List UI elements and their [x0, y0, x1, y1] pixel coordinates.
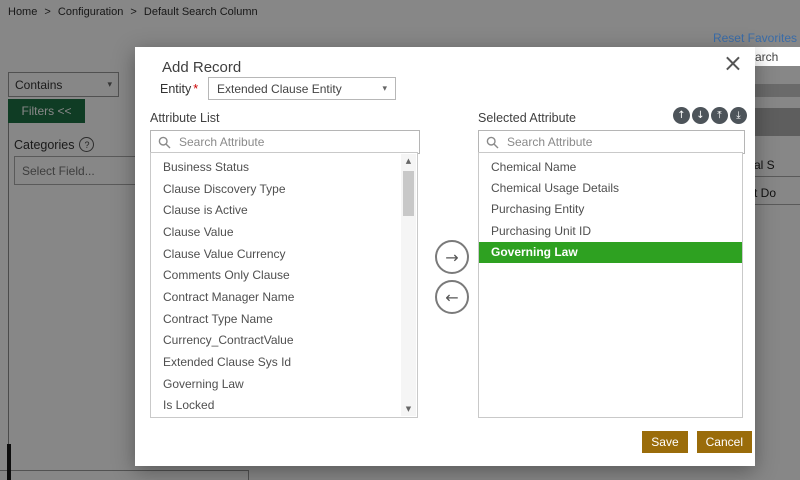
close-icon[interactable]: ×: [723, 51, 743, 75]
entity-label-text: Entity: [160, 82, 191, 96]
cancel-button[interactable]: Cancel: [697, 431, 752, 453]
attribute-list-item[interactable]: Is Locked: [151, 395, 417, 417]
attribute-list-item[interactable]: Clause Value: [151, 221, 417, 243]
save-button[interactable]: Save: [642, 431, 687, 453]
search-icon: [486, 136, 499, 149]
dialog-title: Add Record: [162, 59, 241, 76]
add-attribute-button[interactable]: →: [435, 240, 469, 274]
scroll-down-icon[interactable]: ▼: [401, 402, 416, 416]
move-to-top-icon[interactable]: ⤒: [711, 107, 728, 124]
selected-attribute-item[interactable]: Chemical Name: [479, 156, 742, 177]
attribute-search-box: [150, 130, 420, 154]
move-to-bottom-icon[interactable]: ⤓: [730, 107, 747, 124]
selected-attribute-label: Selected Attribute: [478, 111, 576, 125]
screen: Home > Configuration > Default Search Co…: [0, 0, 800, 480]
required-mark: *: [193, 82, 198, 96]
move-down-icon[interactable]: ↓: [692, 107, 709, 124]
attribute-search-input[interactable]: [177, 134, 419, 150]
scroll-up-icon[interactable]: ▲: [401, 154, 416, 168]
move-up-icon[interactable]: ↑: [673, 107, 690, 124]
attribute-list-item[interactable]: Governing Law: [151, 373, 417, 395]
entity-dropdown-value: Extended Clause Entity: [217, 82, 342, 96]
attribute-list-item[interactable]: Currency_ContractValue: [151, 330, 417, 352]
attribute-list-item[interactable]: Contract Manager Name: [151, 286, 417, 308]
attribute-list-label: Attribute List: [150, 111, 219, 125]
attribute-list-item[interactable]: Extended Clause Sys Id: [151, 351, 417, 373]
selected-attribute-list: Chemical Name Chemical Usage Details Pur…: [478, 152, 743, 418]
selected-attribute-item[interactable]: Purchasing Unit ID: [479, 220, 742, 241]
selected-attribute-item[interactable]: Governing Law: [479, 242, 742, 263]
search-icon: [158, 136, 171, 149]
attribute-list: Business Status Clause Discovery Type Cl…: [150, 152, 418, 418]
attribute-list-item[interactable]: Comments Only Clause: [151, 264, 417, 286]
selected-search-box: [478, 130, 745, 154]
background-search-box: arch: [755, 47, 800, 66]
entity-label: Entity*: [160, 82, 198, 96]
attribute-list-item[interactable]: Business Status: [151, 156, 417, 178]
selected-search-input[interactable]: [505, 134, 744, 150]
selected-attribute-item[interactable]: Chemical Usage Details: [479, 177, 742, 198]
scrollbar-thumb[interactable]: [403, 171, 414, 216]
reset-favorites-link[interactable]: Reset Favorites: [713, 31, 797, 45]
attribute-list-item[interactable]: Contract Type Name: [151, 308, 417, 330]
add-record-dialog: Add Record × Entity* Extended Clause Ent…: [135, 47, 755, 466]
entity-dropdown[interactable]: Extended Clause Entity ▾: [208, 77, 396, 100]
attribute-list-item[interactable]: Clause Discovery Type: [151, 178, 417, 200]
attribute-list-scrollbar[interactable]: ▲ ▼: [401, 154, 416, 416]
attribute-list-item[interactable]: Clause Value Currency: [151, 243, 417, 265]
selected-attribute-item[interactable]: Purchasing Entity: [479, 199, 742, 220]
reorder-buttons: ↑ ↓ ⤒ ⤓: [673, 107, 747, 124]
chevron-down-icon: ▾: [382, 84, 387, 94]
remove-attribute-button[interactable]: ←: [435, 280, 469, 314]
attribute-list-item[interactable]: Clause is Active: [151, 199, 417, 221]
background-search-partial-text: arch: [755, 50, 778, 64]
dialog-actions: Save Cancel: [135, 431, 752, 453]
